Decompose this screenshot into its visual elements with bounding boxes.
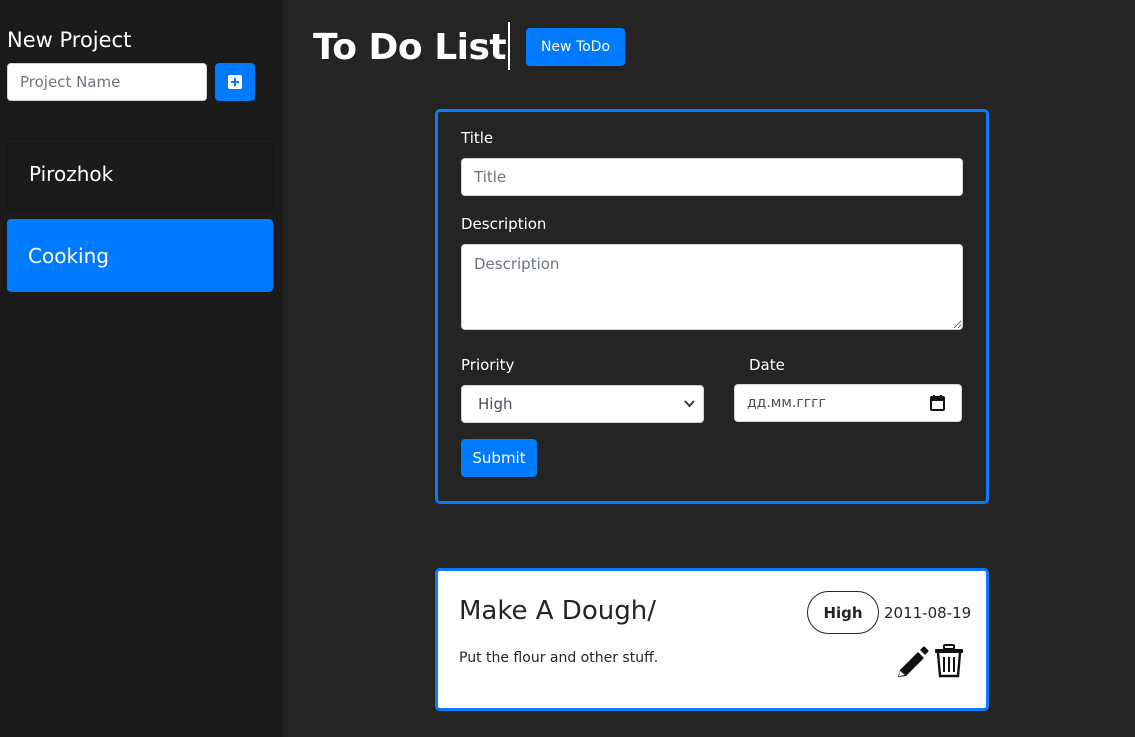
project-item-label: Cooking <box>28 243 109 268</box>
title-divider <box>508 22 510 70</box>
project-item-label: Pirozhok <box>29 162 114 186</box>
page-title: To Do List <box>313 27 507 68</box>
trash-icon[interactable] <box>934 644 964 678</box>
date-label: Date <box>749 356 785 374</box>
project-name-input[interactable] <box>7 63 207 101</box>
priority-select[interactable]: High <box>461 385 704 423</box>
priority-label: Priority <box>461 356 515 374</box>
calendar-icon[interactable] <box>930 395 945 411</box>
priority-select-value: High <box>478 395 513 413</box>
new-project-heading: New Project <box>7 28 132 52</box>
todo-card <box>435 568 989 711</box>
pencil-icon[interactable] <box>896 644 930 678</box>
submit-button[interactable]: Submit <box>461 439 537 477</box>
priority-badge: High <box>807 591 879 634</box>
date-input[interactable]: дд.мм.гггг <box>734 384 962 422</box>
new-todo-button[interactable]: New ToDo <box>526 28 625 66</box>
plus-square-icon <box>228 75 242 89</box>
description-label: Description <box>461 215 547 233</box>
add-project-button[interactable] <box>215 63 255 101</box>
todo-date: 2011-08-19 <box>884 604 972 622</box>
title-label: Title <box>461 129 494 147</box>
date-input-placeholder: дд.мм.гггг <box>747 395 826 411</box>
todo-title: Make A Dough/ <box>459 596 656 626</box>
title-input[interactable] <box>461 158 963 196</box>
sidebar: New Project Pirozhok Cooking <box>0 0 283 737</box>
project-item-pirozhok[interactable]: Pirozhok <box>7 138 273 210</box>
description-input[interactable] <box>461 244 963 330</box>
todo-description: Put the flour and other stuff. <box>459 650 659 666</box>
project-item-cooking[interactable]: Cooking <box>7 219 273 292</box>
chevron-down-icon <box>684 400 695 408</box>
app-root: New Project Pirozhok Cooking To Do List … <box>0 0 1135 737</box>
